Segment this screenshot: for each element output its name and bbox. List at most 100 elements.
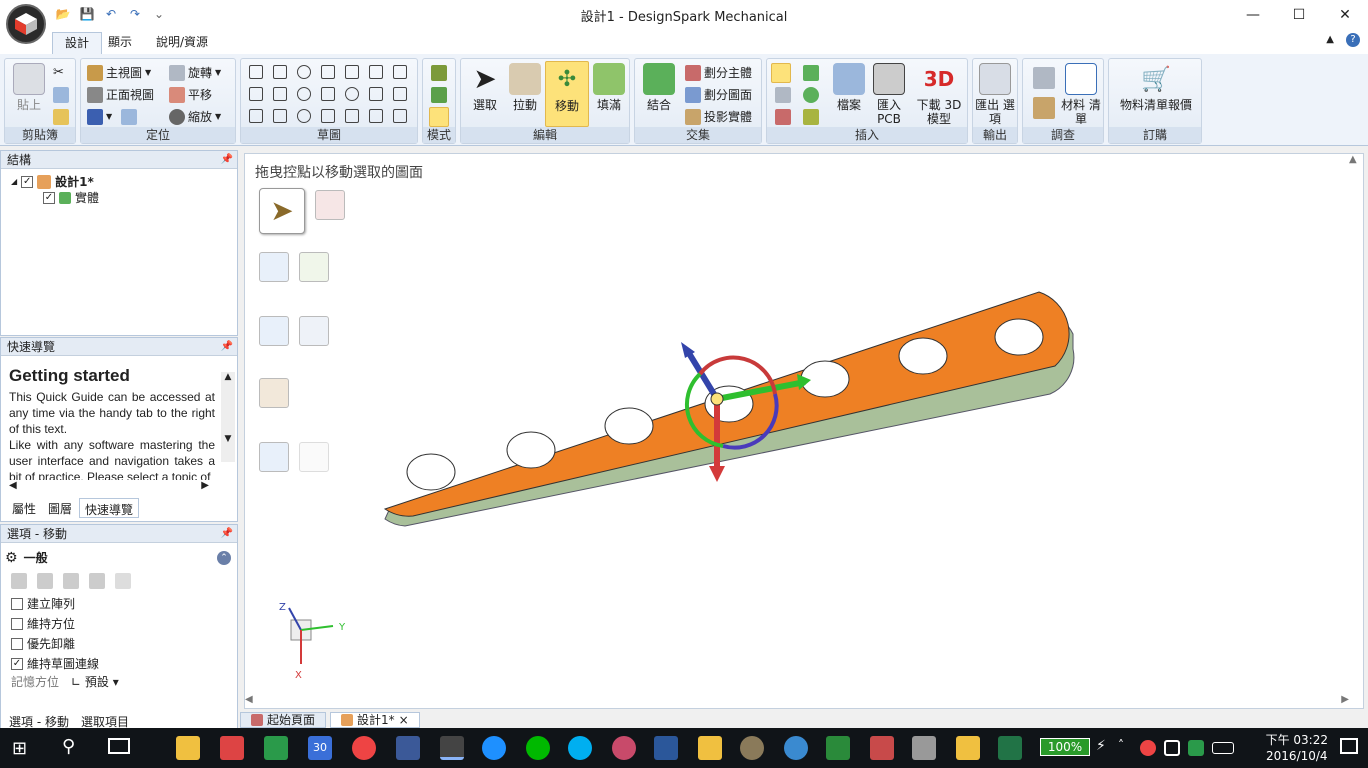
front-view-button[interactable]: 正面視圖	[87, 85, 154, 105]
notifications-icon[interactable]	[1340, 738, 1358, 754]
plane-icon[interactable]	[771, 63, 791, 83]
offset-icon[interactable]	[345, 109, 359, 123]
view-triad[interactable]: Z Y X	[279, 602, 346, 681]
section-mode-icon[interactable]	[431, 87, 447, 103]
app-icon[interactable]	[612, 736, 636, 760]
design-canvas[interactable]: 拖曳控點以移動選取的圖面 ➤ Z Y X ▲ ◀ ▶	[244, 153, 1364, 709]
tab-display[interactable]: 顯示	[96, 32, 144, 54]
options-section-header[interactable]: ⚙ 一般	[5, 549, 48, 566]
skype-icon[interactable]	[568, 736, 592, 760]
google-drive-icon[interactable]	[264, 736, 288, 760]
tips-icon[interactable]	[698, 736, 722, 760]
tree-item-solid[interactable]: ✓ 實體	[43, 189, 99, 206]
polygon-icon[interactable]	[273, 109, 287, 123]
gmail-icon[interactable]	[220, 736, 244, 760]
chart-app-icon[interactable]	[826, 736, 850, 760]
app-icon[interactable]	[784, 736, 808, 760]
pull-button[interactable]: 拉動	[503, 61, 547, 112]
tray-app-icon[interactable]	[1140, 740, 1156, 756]
tab-start-page[interactable]: 起始頁面	[240, 712, 327, 728]
corner-arc-icon[interactable]	[369, 65, 383, 79]
network-icon[interactable]	[1164, 740, 1180, 756]
intersect-icon[interactable]	[393, 87, 407, 101]
option-checkbox[interactable]	[11, 597, 23, 610]
split-body-button[interactable]: 劃分主體	[685, 63, 752, 83]
ruler-icon[interactable]	[37, 573, 53, 589]
ellipse-icon[interactable]	[297, 109, 311, 123]
tab-layers[interactable]: 圖層	[43, 498, 77, 518]
tangent-line-icon[interactable]	[249, 87, 263, 101]
insert-file-button[interactable]: 檔案	[827, 61, 871, 112]
task-view-icon[interactable]	[108, 738, 130, 754]
visibility-checkbox[interactable]: ✓	[43, 191, 55, 204]
trim-icon[interactable]	[393, 65, 407, 79]
minimize-button[interactable]: —	[1230, 0, 1276, 30]
tab-quick-guide[interactable]: 快速導覽	[79, 498, 140, 518]
export-button[interactable]: 匯出 選項	[973, 61, 1017, 126]
pin-icon[interactable]: 📌	[221, 338, 233, 356]
bend-icon[interactable]	[369, 109, 383, 123]
move-button[interactable]: ✣ 移動	[545, 61, 589, 127]
canvas-horizontal-scrollbar[interactable]: ◀ ▶	[245, 694, 1349, 708]
facebook-icon[interactable]	[396, 736, 420, 760]
sketch-mode-icon[interactable]	[431, 65, 447, 81]
download-3d-button[interactable]: 3D 下載 3D 模型	[913, 61, 965, 126]
tab-design1[interactable]: 設計1* ×	[330, 712, 420, 728]
mass-icon[interactable]	[1033, 97, 1055, 119]
horizontal-scrollbar[interactable]: ◀ ▶	[9, 480, 209, 492]
shell-icon[interactable]	[803, 109, 819, 125]
tab-properties[interactable]: 屬性	[7, 498, 41, 518]
point-icon[interactable]	[345, 87, 359, 101]
pin-icon[interactable]: 📌	[221, 525, 233, 543]
construction-line-icon[interactable]	[249, 109, 263, 123]
tree-item-root[interactable]: ◢ ✓ 設計1*	[11, 173, 94, 190]
3d-viewport[interactable]: Z Y X	[245, 154, 1363, 708]
calendar-icon[interactable]: 30	[308, 736, 332, 760]
cut-icon[interactable]: ✂	[53, 65, 69, 81]
spline-icon[interactable]	[369, 87, 383, 101]
designspark-icon[interactable]	[440, 736, 464, 760]
visibility-checkbox[interactable]: ✓	[21, 175, 34, 188]
word-icon[interactable]	[654, 736, 678, 760]
rotate-button[interactable]: 旋轉 ▼	[169, 63, 221, 83]
map-app-icon[interactable]	[870, 736, 894, 760]
line-icon[interactable]	[526, 736, 550, 760]
line-icon[interactable]	[249, 65, 263, 79]
canvas-vertical-scrollbar[interactable]: ▲	[1349, 154, 1363, 694]
three-point-arc-icon[interactable]	[321, 65, 335, 79]
copy-icon[interactable]	[53, 87, 69, 103]
combine-button[interactable]: 結合	[637, 61, 681, 112]
option-row[interactable]: ✓ 維持草圖連線	[11, 655, 99, 672]
zoom-button[interactable]: 縮放 ▼	[169, 107, 221, 127]
option-checkbox[interactable]	[11, 637, 23, 650]
axis-icon[interactable]	[775, 87, 791, 103]
excel-icon[interactable]	[998, 736, 1022, 760]
pan-button[interactable]: 平移	[169, 85, 212, 105]
anchor-icon[interactable]	[11, 573, 27, 589]
tray-chevron-icon[interactable]: ˄	[1118, 738, 1124, 752]
app-logo-icon[interactable]	[6, 4, 46, 44]
file-explorer-icon[interactable]	[176, 736, 200, 760]
format-painter-icon[interactable]	[53, 109, 69, 125]
collapse-icon[interactable]: ⌃	[217, 551, 231, 565]
files-icon[interactable]	[956, 736, 980, 760]
project-curve-icon[interactable]	[393, 109, 407, 123]
up-to-icon[interactable]	[63, 573, 79, 589]
sweep-arc-icon[interactable]	[321, 109, 335, 123]
keyboard-icon[interactable]	[1212, 742, 1234, 754]
pin-icon[interactable]: 📌	[221, 151, 233, 169]
clock[interactable]: 下午 03:22 2016/10/4	[1266, 732, 1328, 764]
bom-quote-button[interactable]: 🛒 物料清單報價	[1113, 61, 1199, 112]
option-row[interactable]: 維持方位	[11, 615, 75, 632]
select-button[interactable]: ➤ 選取	[463, 61, 507, 113]
tray-drive-icon[interactable]	[1188, 740, 1204, 756]
tab-help[interactable]: 說明/資源	[144, 32, 220, 54]
edge-icon[interactable]	[482, 736, 506, 760]
3d-mode-icon[interactable]	[429, 107, 449, 127]
paste-button[interactable]: 貼上	[7, 61, 51, 112]
xyz-icon[interactable]	[115, 573, 131, 589]
close-button[interactable]: ✕	[1322, 0, 1368, 30]
paint-icon[interactable]	[740, 736, 764, 760]
import-pcb-button[interactable]: 匯入 PCB	[867, 61, 911, 126]
ribbon-collapse-icon[interactable]: ▲	[1326, 34, 1334, 45]
